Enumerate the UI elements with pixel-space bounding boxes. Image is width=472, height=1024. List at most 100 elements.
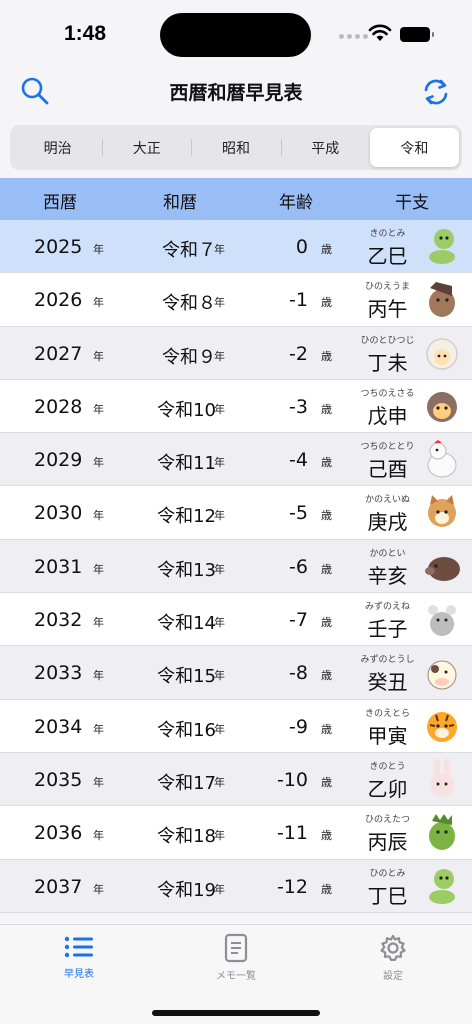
kanshi-reading: ひのとみ — [369, 868, 406, 879]
wareki-year: 令和19 — [157, 879, 216, 901]
age-value: -10 — [276, 768, 308, 791]
age-value: -11 — [276, 822, 308, 845]
tab-memo-list[interactable]: メモ一覧 — [186, 933, 286, 982]
tab-label: メモ一覧 — [216, 971, 256, 982]
table-row[interactable]: 2030 年令和12 年 -5 歳かのえいぬ 庚戌 — [0, 486, 472, 540]
table-row[interactable]: 2025 年令和７ 年 0 歳きのとみ 乙巳 — [0, 220, 472, 274]
seireki-year: 2035 — [34, 768, 83, 791]
year-unit: 年 — [214, 562, 225, 576]
table-row[interactable]: 2031 年令和13 年 -6 歳かのとい 辛亥 — [0, 539, 472, 594]
kanshi: 戊申 — [367, 403, 408, 428]
table-row[interactable]: 2036 年令和18 年 -11 歳ひのえたつ 丙辰 — [0, 806, 472, 860]
kanshi: 己酉 — [367, 457, 408, 482]
seireki-year: 2034 — [34, 715, 83, 738]
age-unit: 歳 — [321, 882, 332, 896]
age-unit: 歳 — [321, 509, 332, 523]
year-unit: 年 — [214, 722, 225, 736]
era-segment-showa[interactable]: 昭和 — [191, 128, 280, 167]
age-unit: 歳 — [321, 616, 332, 630]
refresh-icon[interactable] — [420, 76, 452, 108]
wareki-year: 令和16 — [157, 719, 216, 741]
wifi-icon — [368, 24, 392, 41]
tiger-icon — [427, 711, 457, 742]
age-value: -2 — [289, 342, 308, 365]
kanshi-reading: ひのえうま — [364, 282, 410, 293]
gear-icon — [380, 934, 406, 962]
tab-settings[interactable]: 設定 — [343, 933, 443, 982]
year-unit: 年 — [93, 882, 104, 896]
year-unit: 年 — [214, 775, 225, 789]
kanshi-reading: ひのとひつじ — [360, 335, 415, 346]
tab-label: 設定 — [383, 971, 403, 982]
age-unit: 歳 — [321, 669, 332, 683]
table-row[interactable]: 2028 年令和10 年 -3 歳つちのえさる 戊申 — [0, 379, 472, 434]
memo-icon — [224, 933, 248, 963]
wareki-year: 令和17 — [157, 772, 216, 794]
age-value: -1 — [289, 289, 308, 312]
kanshi: 壬子 — [367, 617, 408, 642]
wareki-year: 令和11 — [157, 453, 216, 475]
age-unit: 歳 — [321, 829, 332, 843]
monkey-icon — [427, 391, 457, 422]
year-unit: 年 — [214, 456, 225, 470]
year-unit: 年 — [93, 562, 104, 576]
list-icon — [64, 936, 93, 958]
seireki-year: 2030 — [34, 502, 83, 525]
era-segment-meiji[interactable]: 明治 — [13, 128, 102, 167]
age-value: -4 — [289, 449, 308, 472]
kanshi: 丙午 — [367, 297, 408, 322]
kanshi: 丙辰 — [367, 830, 408, 855]
era-segment-heisei[interactable]: 平成 — [280, 128, 370, 167]
kanshi-reading: ひのえたつ — [364, 815, 410, 826]
header-kanshi: 干支 — [395, 193, 429, 213]
home-indicator — [152, 1010, 320, 1016]
kanshi-reading: かのえいぬ — [364, 495, 410, 506]
status-time: 1:48 — [64, 22, 107, 45]
era-segmented-control: 明治 大正 昭和 平成 令和 — [10, 125, 462, 170]
wareki-year: 令和10 — [157, 399, 216, 421]
tab-bar: 早見表 メモ一覧 設定 — [0, 924, 472, 1024]
age-unit: 歳 — [321, 243, 332, 256]
kanshi-reading: つちのえさる — [360, 388, 415, 399]
year-unit: 年 — [214, 669, 225, 683]
table-row[interactable]: 2033 年令和15 年 -8 歳みずのとうし 癸丑 — [0, 646, 472, 700]
kanshi-reading: みずのえね — [364, 602, 410, 613]
kanshi: 丁巳 — [367, 883, 408, 908]
table-row[interactable]: 2032 年令和14 年 -7 歳みずのえね 壬子 — [0, 593, 472, 647]
year-unit: 年 — [93, 349, 104, 363]
seireki-year: 2025 — [34, 236, 83, 258]
rooster-icon — [427, 440, 457, 478]
table-header: 西暦 和暦 年齢 干支 — [0, 178, 472, 220]
year-unit: 年 — [93, 243, 104, 256]
age-unit: 歳 — [321, 775, 332, 789]
year-unit: 年 — [214, 296, 225, 310]
rat-icon — [428, 605, 456, 637]
era-segment-taisho[interactable]: 大正 — [102, 128, 191, 167]
table-row[interactable]: 2026 年令和８ 年 -1 歳ひのえうま 丙午 — [0, 273, 472, 327]
year-unit: 年 — [93, 722, 104, 736]
snake-icon — [429, 868, 455, 904]
era-segment-reiwa[interactable]: 令和 — [369, 128, 460, 167]
seireki-year: 2037 — [34, 875, 83, 898]
table-row[interactable]: 2029 年令和11 年 -4 歳つちのととり 己酉 — [0, 433, 472, 487]
table-row[interactable]: 2034 年令和16 年 -9 歳きのえとら 甲寅 — [0, 699, 472, 753]
wareki-year: 令和12 — [157, 506, 216, 528]
boar-icon — [425, 556, 460, 581]
kanshi: 辛亥 — [367, 563, 408, 588]
status-bar: 1:48 — [0, 0, 472, 70]
table-row[interactable]: 2037 年令和19 年 -12 歳ひのとみ 丁巳 — [0, 859, 472, 913]
age-unit: 歳 — [321, 402, 332, 416]
year-unit: 年 — [214, 616, 225, 630]
page-title: 西暦和暦早見表 — [169, 82, 303, 104]
age-unit: 歳 — [321, 722, 332, 736]
rabbit-icon — [430, 757, 454, 797]
table-row[interactable]: 2027 年令和９ 年 -2 歳ひのとひつじ 丁未 — [0, 326, 472, 380]
kanshi: 癸丑 — [367, 670, 408, 695]
header-seireki: 西暦 — [43, 193, 77, 213]
table-row[interactable]: 2035 年令和17 年 -10 歳きのとう 乙卯 — [0, 752, 472, 807]
age-value: -6 — [289, 555, 308, 578]
wareki-year: 令和８ — [162, 293, 216, 315]
tab-hayamihyo[interactable]: 早見表 — [29, 933, 129, 980]
kanshi: 乙卯 — [367, 776, 408, 801]
wareki-year: 令和13 — [157, 559, 216, 581]
